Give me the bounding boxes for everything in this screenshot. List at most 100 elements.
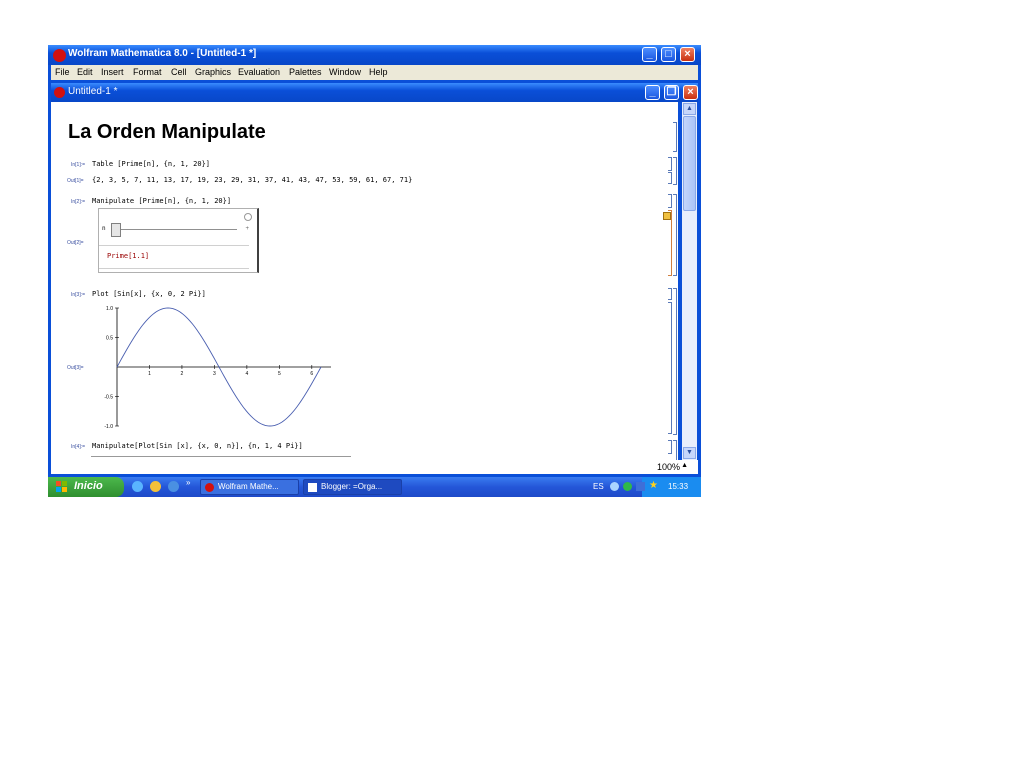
minimize-icon: _ <box>649 86 656 98</box>
manipulate-panel[interactable]: n + Prime[1.1] <box>98 208 259 273</box>
close-icon: × <box>687 86 694 98</box>
menu-graphics[interactable]: Graphics <box>195 67 231 77</box>
out3-label: Out[3]= <box>67 365 84 371</box>
menu-file[interactable]: File <box>55 67 70 77</box>
minimize-button[interactable]: _ <box>642 47 657 62</box>
notebook-restore-button[interactable]: ❐ <box>664 85 679 100</box>
task-blogger[interactable]: Blogger: =Orga... <box>303 479 402 495</box>
tray-star-icon[interactable]: ★ <box>649 480 658 491</box>
slider-variable: n <box>102 225 106 232</box>
menu-help[interactable]: Help <box>369 67 388 77</box>
task-mathematica[interactable]: Wolfram Mathe... <box>200 479 299 495</box>
sin-plot[interactable]: 1 2 3 4 5 6 1.0 0.5 -0.5 -1.0 <box>91 302 331 432</box>
menu-bar: File Edit Insert Format Cell Graphics Ev… <box>51 65 698 80</box>
menu-palettes[interactable]: Palettes <box>289 67 322 77</box>
quicklaunch-chevron-icon[interactable]: » <box>186 478 190 487</box>
in2-label: In[2]:= <box>71 199 86 205</box>
in3-code[interactable]: Plot [Sin[x], {x, 0, 2 Pi}] <box>92 290 206 298</box>
manipulate-output-area: Prime[1.1] <box>99 245 249 269</box>
notebook-close-button[interactable]: × <box>683 85 698 100</box>
x-tick-label: 6 <box>310 371 313 377</box>
vertical-scrollbar[interactable]: ▲ ▼ <box>682 102 697 460</box>
cell-bracket[interactable] <box>668 288 672 300</box>
notebook-heading[interactable]: La Orden Manipulate <box>68 121 266 144</box>
notebook-minimize-button[interactable]: _ <box>645 85 660 100</box>
cell-update-icon[interactable] <box>663 212 671 220</box>
out2-label: Out[2]= <box>67 240 84 246</box>
restore-icon: ❐ <box>666 86 677 98</box>
menu-insert[interactable]: Insert <box>101 67 124 77</box>
quicklaunch-ie-icon[interactable] <box>168 481 179 492</box>
maximize-button[interactable]: □ <box>661 47 676 62</box>
cell-group-bracket[interactable] <box>673 288 677 435</box>
status-bar: 100% ▲ <box>51 460 698 474</box>
cell-bracket[interactable] <box>668 302 672 434</box>
windows-logo-icon <box>56 481 68 493</box>
language-indicator[interactable]: ES <box>593 482 604 491</box>
menu-format[interactable]: Format <box>133 67 162 77</box>
cell-group-bracket[interactable] <box>673 440 677 460</box>
y-tick-label: 1.0 <box>106 306 113 312</box>
mathematica-app-icon <box>53 49 66 62</box>
cell-bracket[interactable] <box>673 122 677 152</box>
slider-track[interactable] <box>117 229 237 230</box>
y-tick-label: -1.0 <box>104 424 113 430</box>
cell-bracket[interactable] <box>668 172 672 184</box>
cell-group-bracket[interactable] <box>673 157 677 185</box>
window-title: Wolfram Mathematica 8.0 - [Untitled-1 *] <box>68 48 257 59</box>
in4-code[interactable]: Manipulate[Plot[Sin [x], {x, 0, n}], {n,… <box>92 442 303 450</box>
scroll-down-icon[interactable]: ▼ <box>683 447 696 459</box>
menu-edit[interactable]: Edit <box>77 67 93 77</box>
quicklaunch-desktop-icon[interactable] <box>132 481 143 492</box>
close-icon: × <box>684 48 691 60</box>
menu-evaluation[interactable]: Evaluation <box>238 67 280 77</box>
notebook-icon <box>54 87 65 98</box>
cell-group-bracket[interactable] <box>673 194 677 276</box>
slider-expand-icon[interactable]: + <box>245 226 249 232</box>
cell-bracket[interactable] <box>668 157 672 171</box>
tray-network-icon[interactable] <box>610 482 619 491</box>
menu-cell[interactable]: Cell <box>171 67 187 77</box>
taskbar: Inicio » Wolfram Mathe... Blogger: =Orga… <box>48 477 701 497</box>
scrollbar-thumb[interactable] <box>683 116 696 211</box>
mathematica-task-icon <box>205 483 214 492</box>
zoom-level[interactable]: 100% <box>657 462 680 472</box>
cell-bracket[interactable] <box>668 440 672 454</box>
tray-security-icon[interactable] <box>623 482 632 491</box>
in3-label: In[3]:= <box>71 292 86 298</box>
notebook-titlebar[interactable]: Untitled-1 * _ ❐ × <box>51 83 698 102</box>
window-titlebar[interactable]: Wolfram Mathematica 8.0 - [Untitled-1 *]… <box>48 45 701 65</box>
y-tick-label: -0.5 <box>104 395 113 401</box>
start-label: Inicio <box>74 480 103 492</box>
manipulate-options-icon[interactable] <box>244 213 252 221</box>
start-button[interactable]: Inicio <box>48 477 124 497</box>
close-button[interactable]: × <box>680 47 695 62</box>
minimize-icon: _ <box>646 48 653 60</box>
in1-code[interactable]: Table [Prime[n], {n, 1, 20}] <box>92 160 210 168</box>
task-mathematica-label: Wolfram Mathe... <box>218 482 279 491</box>
out1-value[interactable]: {2, 3, 5, 7, 11, 13, 17, 19, 23, 29, 31,… <box>92 176 412 184</box>
zoom-dropdown-icon[interactable]: ▲ <box>681 462 688 469</box>
slider-knob[interactable] <box>111 223 121 237</box>
out1-label: Out[1]= <box>67 178 84 184</box>
maximize-icon: □ <box>665 48 672 60</box>
x-tick-label: 1 <box>148 371 151 377</box>
menu-window[interactable]: Window <box>329 67 361 77</box>
x-tick-label: 2 <box>181 371 184 377</box>
notebook-content[interactable]: La Orden Manipulate In[1]:= Table [Prime… <box>51 102 678 460</box>
in1-label: In[1]:= <box>71 162 86 168</box>
clock[interactable]: 15:33 <box>668 482 688 491</box>
quicklaunch-browser-icon[interactable] <box>150 481 161 492</box>
out4-frame-top <box>91 456 351 459</box>
in4-label: In[4]:= <box>71 444 86 450</box>
scroll-up-icon[interactable]: ▲ <box>683 103 696 115</box>
manipulate-output: Prime[1.1] <box>107 252 150 260</box>
y-tick-label: 0.5 <box>106 336 113 342</box>
cell-bracket[interactable] <box>668 194 672 208</box>
x-tick-label: 4 <box>245 371 248 377</box>
mathematica-window: Wolfram Mathematica 8.0 - [Untitled-1 *]… <box>48 45 701 480</box>
tray-app-icon[interactable] <box>636 482 645 491</box>
notebook-title: Untitled-1 * <box>68 86 118 97</box>
browser-task-icon <box>308 483 317 492</box>
in2-code[interactable]: Manipulate [Prime[n], {n, 1, 20}] <box>92 197 231 205</box>
